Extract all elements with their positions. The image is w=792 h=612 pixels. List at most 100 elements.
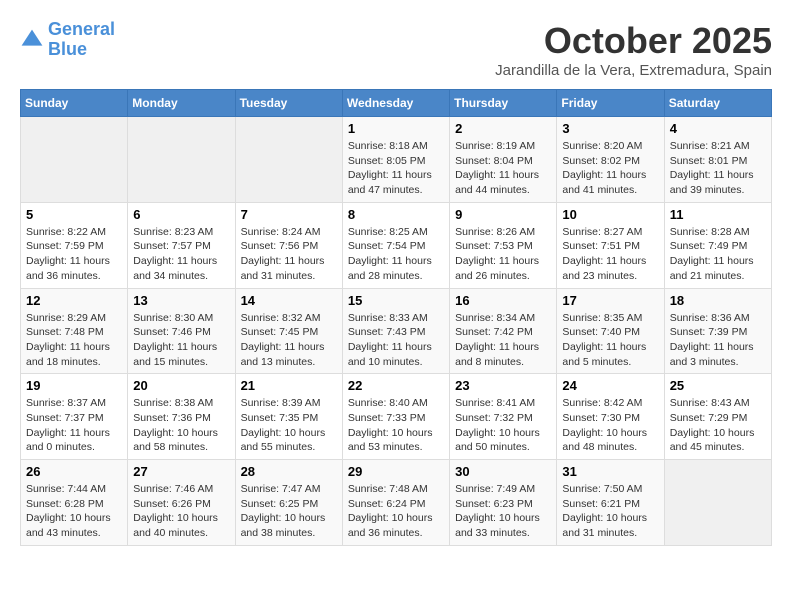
calendar-cell: 14Sunrise: 8:32 AM Sunset: 7:45 PM Dayli… <box>235 288 342 374</box>
calendar-cell: 22 Sunrise: 8:40 AM Sunset: 7:33 PM Dayli… <box>342 374 449 460</box>
page-header: General Blue October 2025 Jarandilla de … <box>20 20 772 79</box>
calendar-cell: 3 Sunrise: 8:20 AM Sunset: 8:02 PM Daylig… <box>557 117 664 203</box>
cell-info: Sunrise: 8:36 AM Sunset: 7:39 PM Dayligh… <box>670 311 766 370</box>
logo-icon <box>20 28 44 52</box>
weekday-header: Saturday <box>664 90 771 117</box>
day-number: 20 <box>133 378 229 393</box>
day-number: 28 <box>241 464 337 479</box>
cell-info: Sunrise: 8:29 AM Sunset: 7:48 PM Dayligh… <box>26 311 122 370</box>
day-number: 4 <box>670 121 766 136</box>
weekday-header: Wednesday <box>342 90 449 117</box>
calendar-cell: 21 Sunrise: 8:39 AM Sunset: 7:35 PM Dayli… <box>235 374 342 460</box>
calendar-cell <box>21 117 128 203</box>
day-number: 30 <box>455 464 551 479</box>
day-number: 22 <box>348 378 444 393</box>
calendar-cell: 15 Sunrise: 8:33 AM Sunset: 7:43 PM Dayli… <box>342 288 449 374</box>
calendar-cell: 5 Sunrise: 8:22 AM Sunset: 7:59 PM Daylig… <box>21 202 128 288</box>
weekday-header-row: SundayMondayTuesdayWednesdayThursdayFrid… <box>21 90 772 117</box>
calendar-cell: 12Sunrise: 8:29 AM Sunset: 7:48 PM Dayli… <box>21 288 128 374</box>
cell-info: Sunrise: 8:19 AM Sunset: 8:04 PM Dayligh… <box>455 139 551 198</box>
calendar-cell: 10 Sunrise: 8:27 AM Sunset: 7:51 PM Dayli… <box>557 202 664 288</box>
calendar-cell <box>235 117 342 203</box>
cell-info: Sunrise: 7:50 AM Sunset: 6:21 PM Dayligh… <box>562 482 658 541</box>
cell-info: Sunrise: 8:21 AM Sunset: 8:01 PM Dayligh… <box>670 139 766 198</box>
cell-info: Sunrise: 8:32 AM Sunset: 7:45 PM Dayligh… <box>241 311 337 370</box>
calendar-cell: 25Sunrise: 8:43 AM Sunset: 7:29 PM Dayli… <box>664 374 771 460</box>
weekday-header: Thursday <box>450 90 557 117</box>
day-number: 26 <box>26 464 122 479</box>
weekday-header: Tuesday <box>235 90 342 117</box>
day-number: 21 <box>241 378 337 393</box>
cell-info: Sunrise: 8:38 AM Sunset: 7:36 PM Dayligh… <box>133 396 229 455</box>
cell-info: Sunrise: 8:24 AM Sunset: 7:56 PM Dayligh… <box>241 225 337 284</box>
day-number: 19 <box>26 378 122 393</box>
cell-info: Sunrise: 7:49 AM Sunset: 6:23 PM Dayligh… <box>455 482 551 541</box>
day-number: 7 <box>241 207 337 222</box>
day-number: 10 <box>562 207 658 222</box>
day-number: 29 <box>348 464 444 479</box>
calendar-week-row: 12Sunrise: 8:29 AM Sunset: 7:48 PM Dayli… <box>21 288 772 374</box>
calendar-cell: 17Sunrise: 8:35 AM Sunset: 7:40 PM Dayli… <box>557 288 664 374</box>
calendar-cell: 24Sunrise: 8:42 AM Sunset: 7:30 PM Dayli… <box>557 374 664 460</box>
cell-info: Sunrise: 7:48 AM Sunset: 6:24 PM Dayligh… <box>348 482 444 541</box>
calendar-cell: 26 Sunrise: 7:44 AM Sunset: 6:28 PM Dayli… <box>21 460 128 546</box>
day-number: 1 <box>348 121 444 136</box>
logo: General Blue <box>20 20 115 60</box>
cell-info: Sunrise: 7:44 AM Sunset: 6:28 PM Dayligh… <box>26 482 122 541</box>
calendar-cell: 4 Sunrise: 8:21 AM Sunset: 8:01 PM Daylig… <box>664 117 771 203</box>
calendar-cell: 20 Sunrise: 8:38 AM Sunset: 7:36 PM Dayli… <box>128 374 235 460</box>
cell-info: Sunrise: 7:47 AM Sunset: 6:25 PM Dayligh… <box>241 482 337 541</box>
calendar-cell: 30 Sunrise: 7:49 AM Sunset: 6:23 PM Dayli… <box>450 460 557 546</box>
cell-info: Sunrise: 8:22 AM Sunset: 7:59 PM Dayligh… <box>26 225 122 284</box>
calendar-cell <box>128 117 235 203</box>
cell-info: Sunrise: 8:23 AM Sunset: 7:57 PM Dayligh… <box>133 225 229 284</box>
calendar-cell: 6 Sunrise: 8:23 AM Sunset: 7:57 PM Daylig… <box>128 202 235 288</box>
day-number: 15 <box>348 293 444 308</box>
cell-info: Sunrise: 8:40 AM Sunset: 7:33 PM Dayligh… <box>348 396 444 455</box>
day-number: 5 <box>26 207 122 222</box>
cell-info: Sunrise: 8:20 AM Sunset: 8:02 PM Dayligh… <box>562 139 658 198</box>
cell-info: Sunrise: 8:41 AM Sunset: 7:32 PM Dayligh… <box>455 396 551 455</box>
cell-info: Sunrise: 8:33 AM Sunset: 7:43 PM Dayligh… <box>348 311 444 370</box>
calendar-cell: 2 Sunrise: 8:19 AM Sunset: 8:04 PM Daylig… <box>450 117 557 203</box>
calendar-cell: 8Sunrise: 8:25 AM Sunset: 7:54 PM Daylig… <box>342 202 449 288</box>
cell-info: Sunrise: 8:30 AM Sunset: 7:46 PM Dayligh… <box>133 311 229 370</box>
calendar-cell: 11Sunrise: 8:28 AM Sunset: 7:49 PM Dayli… <box>664 202 771 288</box>
logo-text: General Blue <box>48 20 115 60</box>
calendar-cell: 1 Sunrise: 8:18 AM Sunset: 8:05 PM Daylig… <box>342 117 449 203</box>
day-number: 16 <box>455 293 551 308</box>
calendar-cell: 27Sunrise: 7:46 AM Sunset: 6:26 PM Dayli… <box>128 460 235 546</box>
weekday-header: Monday <box>128 90 235 117</box>
month-title: October 2025 <box>495 20 772 62</box>
calendar-cell: 29 Sunrise: 7:48 AM Sunset: 6:24 PM Dayli… <box>342 460 449 546</box>
day-number: 24 <box>562 378 658 393</box>
cell-info: Sunrise: 8:27 AM Sunset: 7:51 PM Dayligh… <box>562 225 658 284</box>
calendar-cell: 31Sunrise: 7:50 AM Sunset: 6:21 PM Dayli… <box>557 460 664 546</box>
logo-line1: General <box>48 19 115 39</box>
cell-info: Sunrise: 8:37 AM Sunset: 7:37 PM Dayligh… <box>26 396 122 455</box>
cell-info: Sunrise: 8:18 AM Sunset: 8:05 PM Dayligh… <box>348 139 444 198</box>
calendar-week-row: 1 Sunrise: 8:18 AM Sunset: 8:05 PM Daylig… <box>21 117 772 203</box>
calendar-cell: 7 Sunrise: 8:24 AM Sunset: 7:56 PM Daylig… <box>235 202 342 288</box>
cell-info: Sunrise: 8:26 AM Sunset: 7:53 PM Dayligh… <box>455 225 551 284</box>
weekday-header: Sunday <box>21 90 128 117</box>
calendar-cell: 13Sunrise: 8:30 AM Sunset: 7:46 PM Dayli… <box>128 288 235 374</box>
day-number: 23 <box>455 378 551 393</box>
day-number: 8 <box>348 207 444 222</box>
logo-line2: Blue <box>48 40 115 60</box>
cell-info: Sunrise: 8:28 AM Sunset: 7:49 PM Dayligh… <box>670 225 766 284</box>
day-number: 3 <box>562 121 658 136</box>
day-number: 6 <box>133 207 229 222</box>
calendar-cell <box>664 460 771 546</box>
cell-info: Sunrise: 8:34 AM Sunset: 7:42 PM Dayligh… <box>455 311 551 370</box>
calendar-cell: 28 Sunrise: 7:47 AM Sunset: 6:25 PM Dayli… <box>235 460 342 546</box>
cell-info: Sunrise: 8:43 AM Sunset: 7:29 PM Dayligh… <box>670 396 766 455</box>
calendar-cell: 18 Sunrise: 8:36 AM Sunset: 7:39 PM Dayli… <box>664 288 771 374</box>
calendar-week-row: 26 Sunrise: 7:44 AM Sunset: 6:28 PM Dayli… <box>21 460 772 546</box>
cell-info: Sunrise: 8:39 AM Sunset: 7:35 PM Dayligh… <box>241 396 337 455</box>
day-number: 18 <box>670 293 766 308</box>
day-number: 27 <box>133 464 229 479</box>
day-number: 2 <box>455 121 551 136</box>
calendar-week-row: 19 Sunrise: 8:37 AM Sunset: 7:37 PM Dayli… <box>21 374 772 460</box>
location-subtitle: Jarandilla de la Vera, Extremadura, Spai… <box>495 62 772 79</box>
